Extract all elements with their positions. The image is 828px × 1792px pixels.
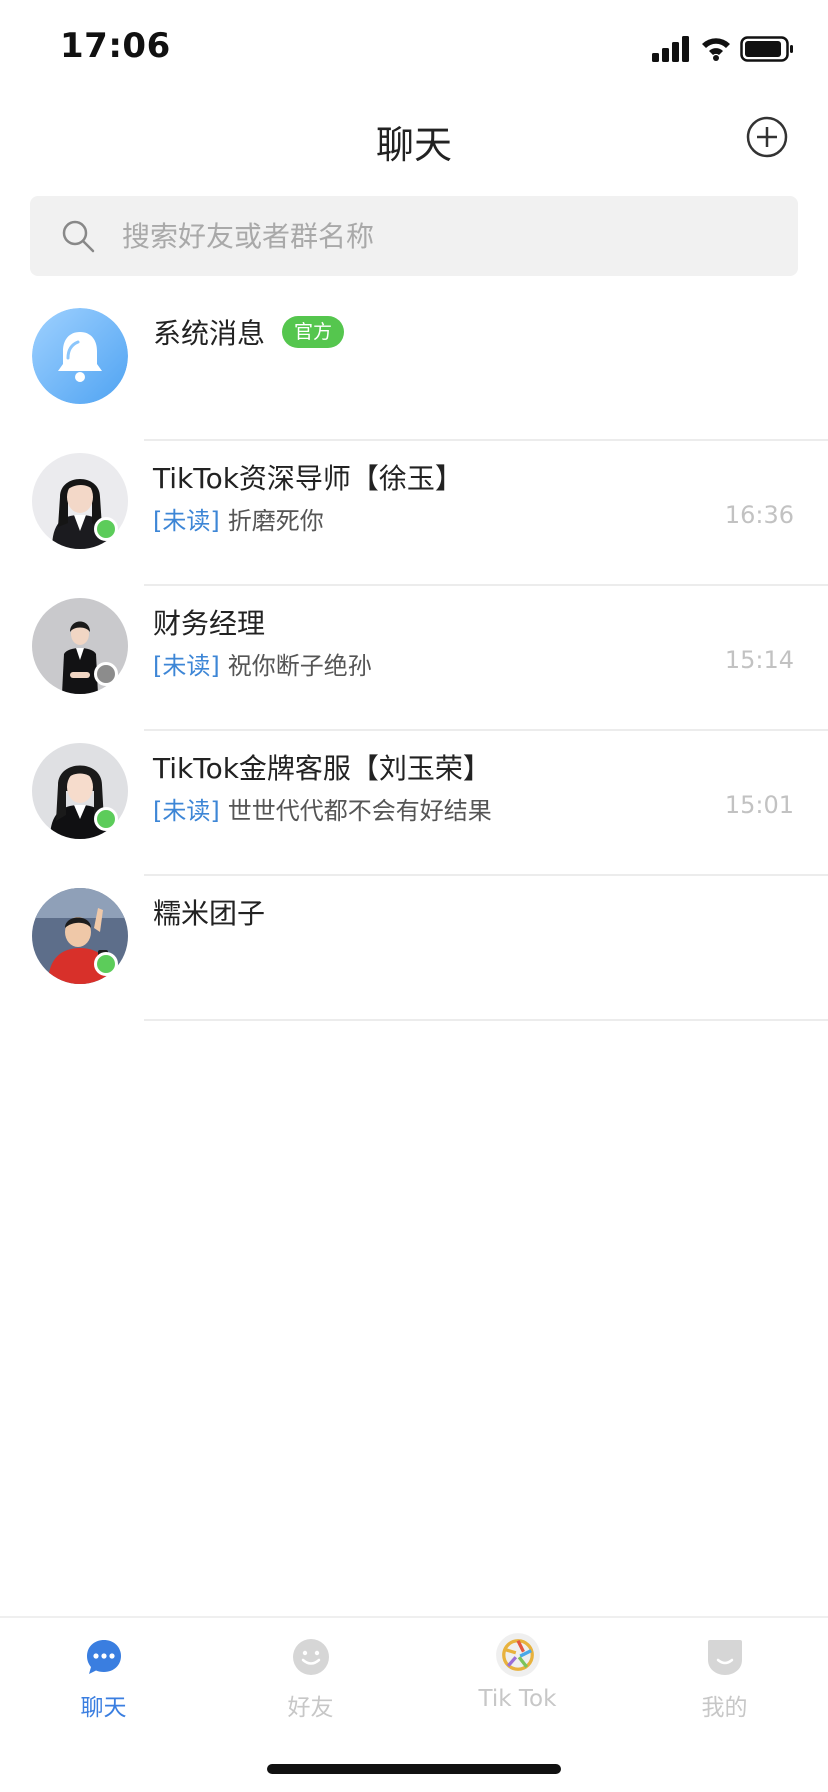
- cellular-signal-icon: [652, 36, 689, 62]
- divider: [144, 1019, 828, 1021]
- search-input[interactable]: [122, 214, 762, 258]
- preview-text: 祝你断子绝孙: [227, 652, 372, 680]
- nav-label: Tik Tok: [478, 1686, 557, 1712]
- unread-tag: [未读]: [153, 652, 220, 680]
- search-bar[interactable]: [30, 196, 798, 276]
- chat-time: 15:14: [724, 646, 794, 674]
- plus-circle-icon[interactable]: [745, 115, 789, 159]
- chat-name: 糯米团子: [153, 897, 266, 930]
- tab-tiktok[interactable]: Tik Tok: [414, 1628, 621, 1738]
- chat-list: 系统消息 官方 TikTok资深导师【徐玉】 [未读] 折磨死你 16:36 财…: [0, 296, 828, 1021]
- nav-label: 我的: [701, 1695, 748, 1721]
- online-status-dot: [94, 807, 118, 831]
- offline-status-dot: [94, 662, 118, 686]
- chat-time: 16:36: [724, 501, 794, 529]
- chat-bubble-icon: [86, 1640, 121, 1674]
- chat-item-tiktok-mentor[interactable]: TikTok资深导师【徐玉】 [未读] 折磨死你 16:36: [0, 441, 828, 586]
- chat-preview: [未读] 世世代代都不会有好结果: [153, 791, 492, 826]
- bell-icon: [32, 308, 128, 404]
- aperture-icon: [495, 1633, 540, 1677]
- online-status-dot: [94, 952, 118, 976]
- chat-time: 15:01: [724, 791, 794, 819]
- page-title: 聊天: [375, 123, 452, 167]
- chat-item-tiktok-support[interactable]: TikTok金牌客服【刘玉荣】 [未读] 世世代代都不会有好结果 15:01: [0, 731, 828, 876]
- unread-tag: [未读]: [153, 797, 220, 825]
- official-badge: 官方: [282, 316, 345, 348]
- search-icon: [62, 220, 95, 253]
- wifi-icon: [702, 38, 730, 61]
- chat-name: 系统消息: [153, 317, 266, 350]
- status-bar: 17:06: [0, 0, 828, 100]
- nav-label: 好友: [287, 1695, 334, 1721]
- chat-item-system-messages[interactable]: 系统消息 官方: [0, 296, 828, 441]
- chat-item-finance-manager[interactable]: 财务经理 [未读] 祝你断子绝孙 15:14: [0, 586, 828, 731]
- home-indicator[interactable]: [267, 1764, 561, 1774]
- tab-profile[interactable]: 我的: [621, 1628, 828, 1738]
- chat-name: TikTok金牌客服【刘玉荣】: [153, 752, 491, 785]
- avatar: [32, 308, 128, 404]
- nav-label: 聊天: [80, 1695, 127, 1721]
- status-time: 17:06: [60, 26, 171, 66]
- chat-name: 财务经理: [153, 607, 266, 640]
- preview-text: 折磨死你: [227, 507, 324, 535]
- preview-text: 世世代代都不会有好结果: [227, 797, 492, 825]
- chat-item-nuomituanzi[interactable]: 糯米团子: [0, 876, 828, 1021]
- smile-icon: [292, 1639, 329, 1675]
- chat-preview: [未读] 祝你断子绝孙: [153, 646, 372, 681]
- battery-icon: [740, 36, 793, 62]
- tab-friends[interactable]: 好友: [207, 1628, 414, 1738]
- unread-tag: [未读]: [153, 507, 220, 535]
- tab-chat[interactable]: 聊天: [0, 1628, 207, 1738]
- profile-icon: [707, 1640, 742, 1675]
- chat-name: TikTok资深导师【徐玉】: [153, 462, 463, 495]
- online-status-dot: [94, 517, 118, 541]
- chat-preview: [未读] 折磨死你: [153, 501, 324, 536]
